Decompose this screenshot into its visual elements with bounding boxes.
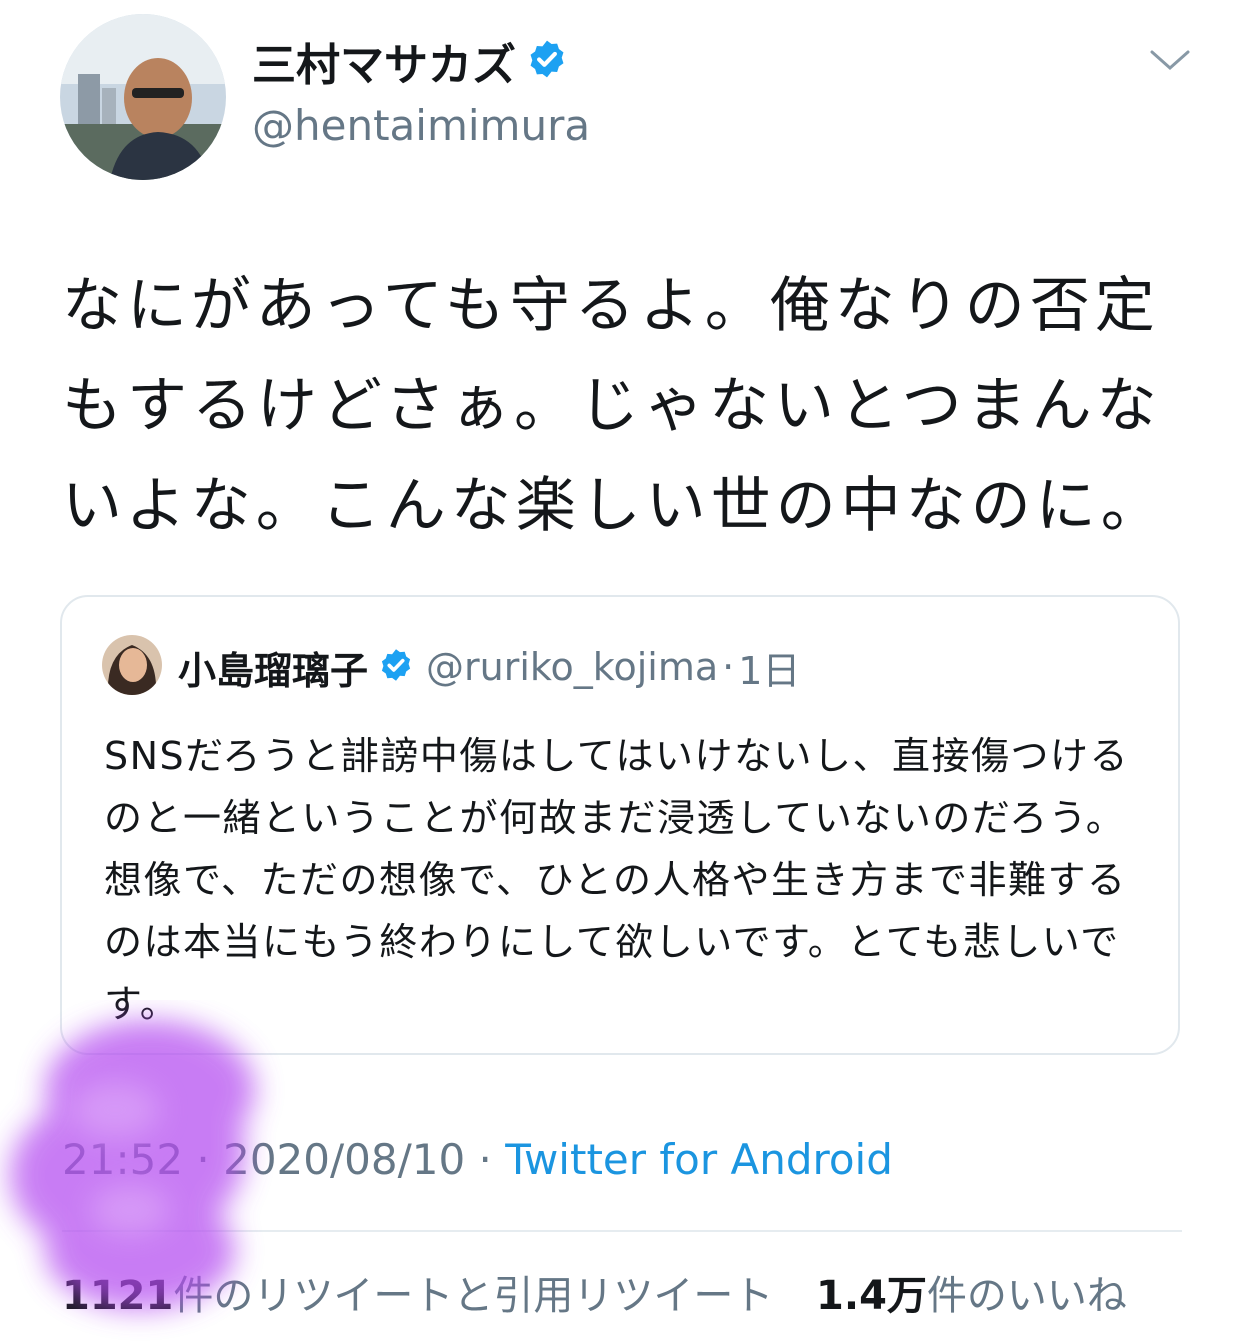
author-name-text[interactable]: 三村マサカズ — [252, 36, 516, 96]
tweet-time: 21:52 — [62, 1135, 184, 1184]
tweet-source-link[interactable]: Twitter for Android — [505, 1135, 893, 1184]
quoted-author-avatar — [102, 635, 162, 695]
retweet-label: 件のリツイートと引用リツイート — [173, 1273, 774, 1319]
retweets-link[interactable]: 1121件のリツイートと引用リツイート — [62, 1273, 773, 1319]
like-label: 件のいいね — [926, 1273, 1127, 1319]
quoted-tweet-card[interactable]: 小島瑠璃子 @ruriko_kojima · 1日 SNSだろうと誹謗中傷はして… — [60, 595, 1180, 1055]
meta-separator: · — [465, 1135, 506, 1184]
like-count: 1.4万 — [816, 1273, 927, 1319]
engagement-stats: 1121件のリツイートと引用リツイート 1.4万件のいいね — [62, 1268, 1127, 1324]
author-handle[interactable]: @hentaimimura — [252, 98, 590, 154]
verified-badge-icon — [526, 36, 568, 96]
tweet-text: なにがあっても守るよ。俺なりの否定もするけどさぁ。じゃないとつまんないよな。こん… — [62, 271, 1166, 541]
verified-badge-icon — [378, 647, 414, 687]
quoted-author-handle: @ruriko_kojima — [426, 645, 719, 689]
chevron-down-icon[interactable] — [1148, 46, 1192, 80]
author-avatar[interactable] — [60, 14, 226, 180]
quoted-author-name: 小島瑠璃子 — [178, 648, 369, 693]
tweet-metadata: 21:52 · 2020/08/10 · Twitter for Android — [62, 1130, 893, 1190]
divider — [62, 1230, 1182, 1232]
quoted-tweet-header: 小島瑠璃子 @ruriko_kojima · 1日 — [178, 639, 800, 695]
meta-separator: · — [183, 1135, 224, 1184]
tweet-date: 2020/08/10 — [223, 1135, 466, 1184]
author-name[interactable]: 三村マサカズ — [252, 36, 568, 96]
likes-link[interactable]: 1.4万件のいいね — [816, 1273, 1127, 1319]
quoted-tweet-text: SNSだろうと誹謗中傷はしてはいけないし、直接傷つけるのと一緒ということが何故ま… — [104, 734, 1129, 1026]
quoted-tweet-age: 1日 — [738, 648, 801, 693]
quoted-separator: · — [722, 645, 735, 689]
retweet-count: 1121 — [62, 1273, 174, 1319]
